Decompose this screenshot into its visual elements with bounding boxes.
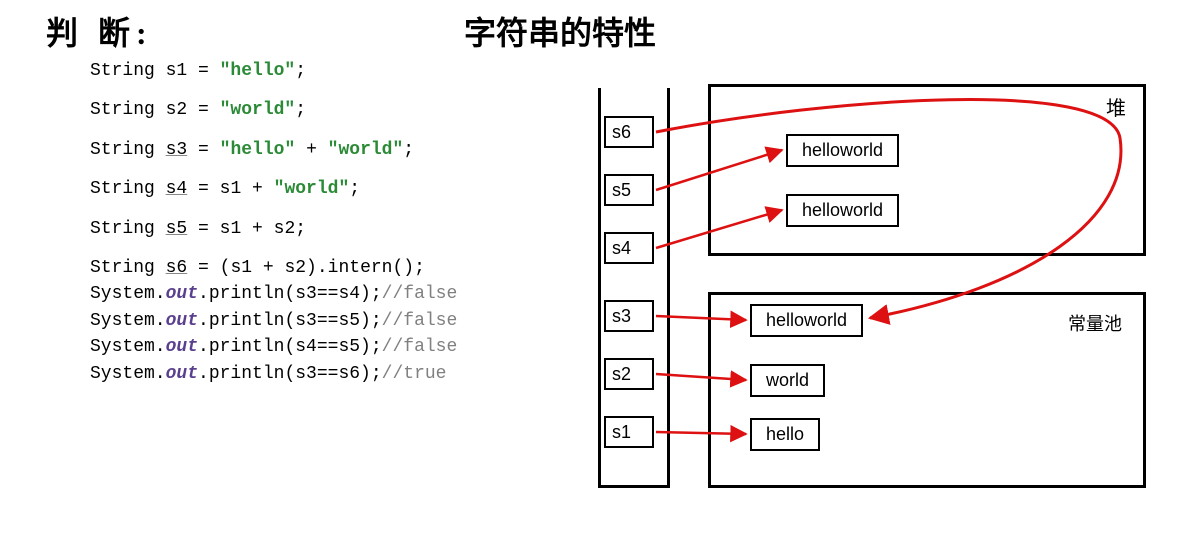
heading-left: 判 断: — [46, 8, 153, 54]
constant-pool-label: 常量池 — [1068, 310, 1122, 336]
code-line-4: String s4 = s1 + "world"; — [90, 178, 457, 201]
stack-cell-s6: s6 — [604, 116, 654, 148]
code-line-1: String s1 = "hello"; — [90, 60, 457, 83]
memory-diagram: s6 s5 s4 s3 s2 s1 堆 helloworld helloworl… — [590, 78, 1154, 496]
stack-cell-s3: s3 — [604, 300, 654, 332]
code-line-8: System.out.println(s3==s5);//false — [90, 310, 457, 333]
heap-label: 堆 — [1106, 92, 1126, 121]
heap-box — [708, 84, 1146, 256]
stack-cell-s2: s2 — [604, 358, 654, 390]
code-block: String s1 = "hello"; String s2 = "world"… — [90, 60, 457, 389]
code-line-2: String s2 = "world"; — [90, 99, 457, 122]
code-line-6: String s6 = (s1 + s2).intern(); — [90, 257, 457, 280]
code-line-3: String s3 = "hello" + "world"; — [90, 139, 457, 162]
heap-object-2: helloworld — [786, 194, 899, 227]
heap-object-1: helloworld — [786, 134, 899, 167]
pool-object-world: world — [750, 364, 825, 397]
pool-object-hello: hello — [750, 418, 820, 451]
code-line-7: System.out.println(s3==s4);//false — [90, 283, 457, 306]
code-line-10: System.out.println(s3==s6);//true — [90, 363, 457, 386]
heading-right: 字符串的特性 — [464, 8, 656, 54]
pool-object-helloworld: helloworld — [750, 304, 863, 337]
stack-cell-s5: s5 — [604, 174, 654, 206]
stack-cell-s1: s1 — [604, 416, 654, 448]
code-line-5: String s5 = s1 + s2; — [90, 218, 457, 241]
code-line-9: System.out.println(s4==s5);//false — [90, 336, 457, 359]
stack-cell-s4: s4 — [604, 232, 654, 264]
